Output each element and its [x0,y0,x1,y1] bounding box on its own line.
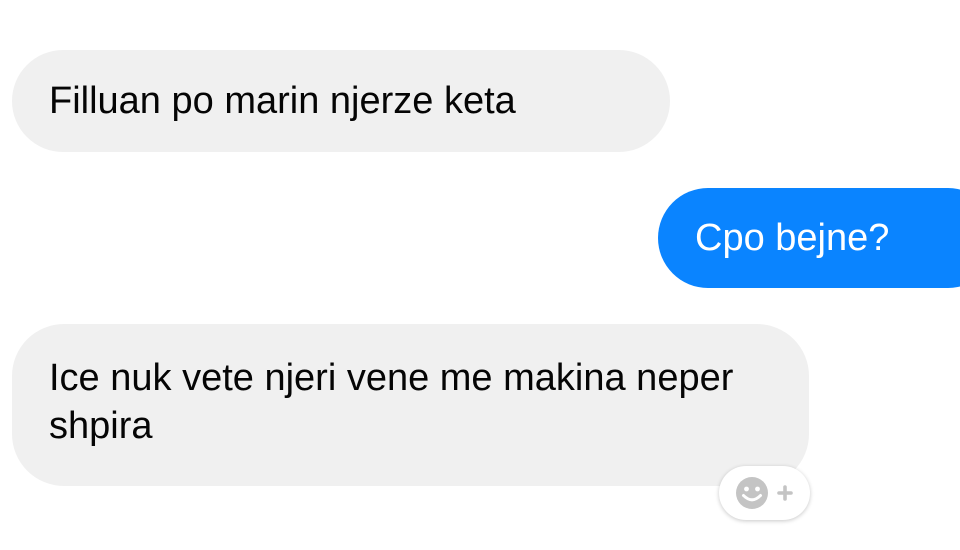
chat-thread: Filluan po marin njerze keta Cpo bejne? … [0,0,960,550]
message-text: Cpo bejne? [695,217,890,259]
message-text: Filluan po marin njerze keta [49,80,516,122]
message-bubble-outgoing[interactable]: Cpo bejne? [658,188,960,288]
message-text: Ice nuk vete njeri vene me makina neper … [49,357,734,447]
add-reaction-button[interactable] [719,466,810,520]
message-bubble-incoming[interactable]: Ice nuk vete njeri vene me makina neper … [12,324,809,486]
add-reaction-icon [735,477,793,509]
message-bubble-incoming[interactable]: Filluan po marin njerze keta [12,50,670,152]
